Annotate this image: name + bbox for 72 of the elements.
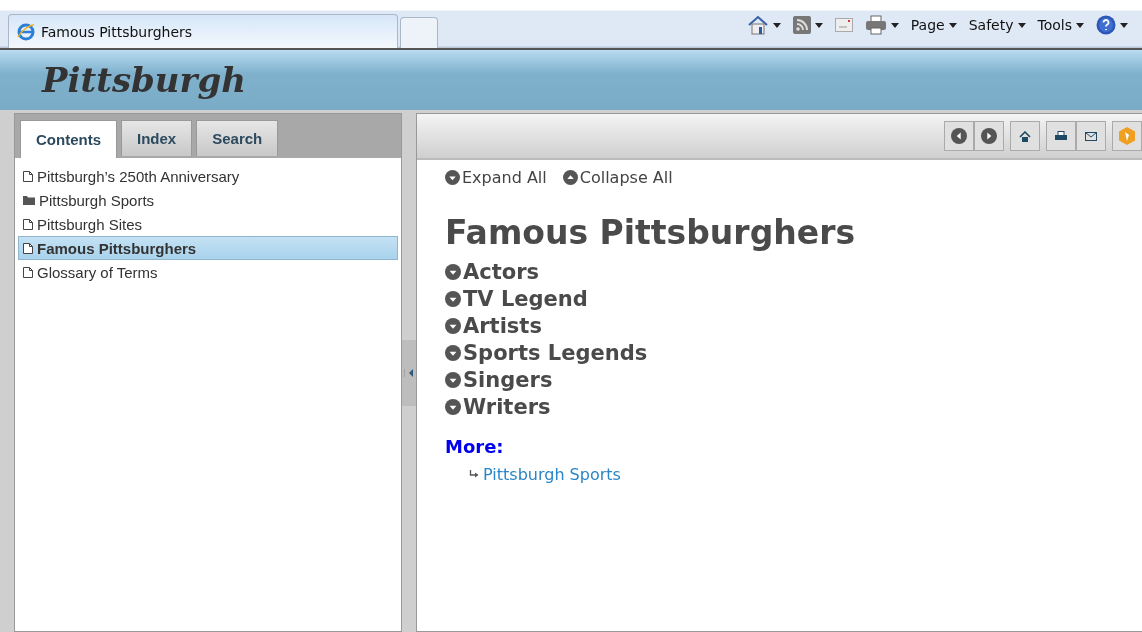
splitter-handle[interactable] — [402, 339, 416, 406]
sidebar-tab[interactable]: Contents — [20, 120, 117, 158]
tab-title: Famous Pittsburghers — [41, 23, 193, 40]
sidebar-tab[interactable]: Search — [196, 120, 279, 156]
caret-icon — [1120, 22, 1128, 28]
expand-icon — [445, 398, 461, 415]
back-button[interactable] — [944, 121, 974, 151]
section-toggle[interactable]: Writers — [445, 393, 1114, 420]
print-button[interactable] — [1046, 121, 1076, 151]
menu-button[interactable]: Tools — [1037, 17, 1084, 33]
printer-icon — [1055, 130, 1067, 142]
collapse-arrow-icon — [403, 367, 415, 378]
related-link[interactable]: Pittsburgh Sports — [483, 465, 621, 484]
caret-icon — [948, 22, 957, 28]
collapse-icon — [562, 170, 578, 185]
tree-item-label: Pittsburgh Sports — [39, 191, 155, 209]
browser-logo-icon — [17, 22, 35, 41]
folder-icon — [22, 194, 36, 206]
caret-icon — [1076, 22, 1084, 28]
sidebar-tab[interactable]: Index — [121, 120, 193, 156]
section-toggle[interactable]: TV Legend — [445, 285, 1114, 312]
email-button[interactable] — [1076, 121, 1106, 151]
browser-tab[interactable]: Famous Pittsburghers — [8, 14, 398, 48]
expand-icon — [445, 263, 461, 280]
tree-item-label: Famous Pittsburghers — [37, 239, 197, 257]
tree-item[interactable]: Pittsburgh Sites — [18, 212, 398, 236]
caret-icon — [772, 22, 781, 28]
page-icon — [22, 169, 34, 183]
feed-button[interactable] — [792, 16, 823, 34]
more-heading: More: — [445, 436, 505, 457]
expand-icon — [445, 290, 461, 307]
printer-icon — [864, 15, 887, 35]
home-button[interactable] — [746, 15, 781, 35]
home-icon — [1019, 130, 1031, 142]
site-title: Pittsburgh — [42, 60, 246, 100]
section-toggle[interactable]: Sports Legends — [445, 339, 1114, 366]
menu-button[interactable]: Safety — [968, 17, 1026, 33]
envelope-icon — [1085, 131, 1097, 141]
expand-icon — [445, 344, 461, 361]
help-icon — [1096, 15, 1116, 35]
print-button[interactable] — [864, 15, 899, 35]
expand-icon — [445, 371, 461, 388]
caret-icon — [890, 22, 899, 28]
forward-button[interactable] — [974, 121, 1004, 151]
caret-icon — [814, 22, 823, 28]
tree-item-label: Pittsburgh’s 250th Anniversary — [37, 167, 240, 185]
page-title: Famous Pittsburghers — [445, 213, 857, 252]
caret-icon — [1017, 22, 1026, 28]
tree-item[interactable]: Pittsburgh Sports — [18, 188, 398, 212]
tree-item-label: Glossary of Terms — [37, 263, 158, 281]
home-button[interactable] — [1010, 121, 1040, 151]
menu-button[interactable]: Page — [910, 17, 957, 33]
page-icon — [22, 217, 34, 231]
mail-icon — [834, 18, 853, 32]
section-toggle[interactable]: Actors — [445, 258, 1114, 285]
return-arrow-icon — [469, 470, 479, 479]
page-icon — [22, 241, 34, 255]
expand-icon — [445, 170, 460, 185]
highlighter-icon — [1118, 127, 1136, 145]
tree-item-label: Pittsburgh Sites — [37, 215, 143, 233]
page-icon — [22, 265, 34, 279]
tree-item[interactable]: Famous Pittsburghers — [18, 236, 398, 260]
tree-item[interactable]: Glossary of Terms — [18, 260, 398, 284]
feed-icon — [792, 16, 811, 34]
expand-icon — [445, 317, 461, 334]
expand-all-button[interactable]: Expand All — [445, 168, 547, 187]
tree-item[interactable]: Pittsburgh’s 250th Anniversary — [18, 164, 398, 188]
home-icon — [746, 15, 769, 35]
section-toggle[interactable]: Singers — [445, 366, 1114, 393]
collapse-all-button[interactable]: Collapse All — [562, 168, 673, 187]
help-button[interactable] — [1096, 15, 1128, 35]
section-toggle[interactable]: Artists — [445, 312, 1114, 339]
